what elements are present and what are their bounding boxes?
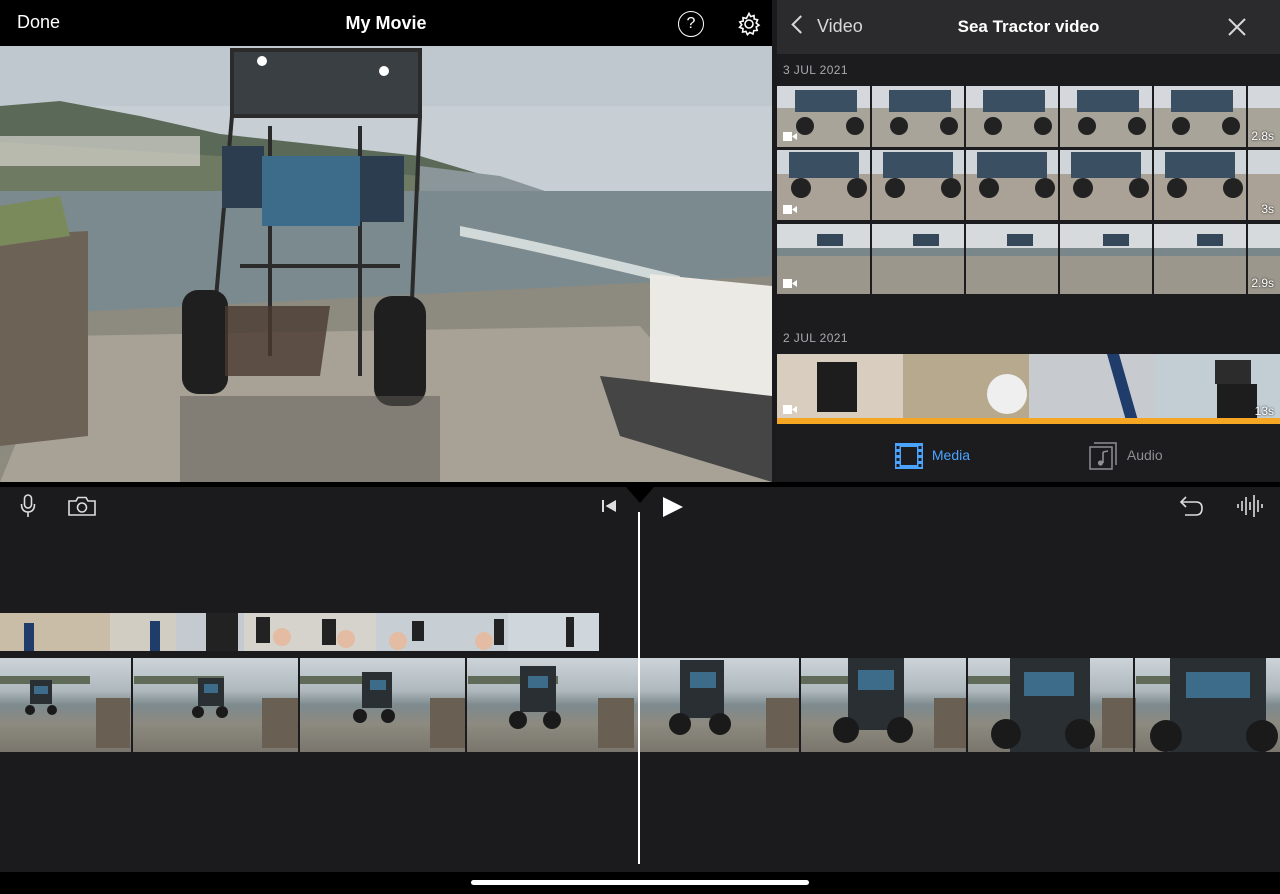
clip-duration: 3s xyxy=(1261,202,1274,216)
microphone-icon[interactable] xyxy=(20,494,36,523)
cutaway-filmstrip xyxy=(0,613,599,651)
clip-filmstrip xyxy=(777,86,1280,147)
clip-thumbnail[interactable]: 2.9s xyxy=(777,224,1280,294)
close-icon[interactable] xyxy=(1226,16,1248,38)
video-camera-icon xyxy=(783,132,797,141)
main-filmstrip xyxy=(0,658,1280,752)
home-indicator[interactable] xyxy=(471,880,809,885)
undo-icon[interactable] xyxy=(1178,495,1204,522)
clip-filmstrip xyxy=(777,354,1280,424)
playhead[interactable] xyxy=(638,512,640,864)
clip-thumbnail[interactable]: 2.8s xyxy=(777,86,1280,147)
video-camera-icon xyxy=(783,205,797,214)
clip-thumbnail[interactable]: 13s xyxy=(777,354,1280,424)
video-camera-icon xyxy=(783,279,797,288)
gear-icon[interactable] xyxy=(736,11,762,37)
tab-audio[interactable]: Audio xyxy=(1089,442,1163,470)
cutaway-clip[interactable] xyxy=(0,613,599,651)
play-icon[interactable] xyxy=(662,496,684,523)
clip-filmstrip xyxy=(777,150,1280,220)
date-header: 2 JUL 2021 xyxy=(783,331,848,345)
project-title: My Movie xyxy=(345,13,427,33)
tab-audio-label: Audio xyxy=(1126,446,1163,463)
date-header: 3 JUL 2021 xyxy=(783,63,848,77)
help-icon[interactable]: ? xyxy=(678,11,704,37)
clip-filmstrip xyxy=(777,224,1280,294)
clip-duration: 13s xyxy=(1254,404,1274,418)
video-camera-icon xyxy=(783,405,797,414)
audio-waveform-icon[interactable] xyxy=(1236,494,1264,523)
camera-icon[interactable] xyxy=(68,496,96,521)
playhead-marker xyxy=(626,487,654,503)
sea-tractor-image xyxy=(0,46,772,482)
clip-thumbnail[interactable]: 3s xyxy=(777,150,1280,220)
tab-media[interactable]: Media xyxy=(894,442,970,470)
music-note-icon xyxy=(1089,442,1117,470)
film-icon xyxy=(895,443,923,469)
clip-duration: 2.8s xyxy=(1251,129,1274,143)
tab-media-label: Media xyxy=(931,446,971,463)
main-clip[interactable] xyxy=(0,658,1280,752)
clip-duration: 2.9s xyxy=(1251,276,1274,290)
album-title: Sea Tractor video xyxy=(957,17,1100,36)
browser-tab-bar xyxy=(777,428,1280,482)
skip-to-start-icon[interactable] xyxy=(601,499,617,518)
video-preview[interactable] xyxy=(0,46,772,482)
